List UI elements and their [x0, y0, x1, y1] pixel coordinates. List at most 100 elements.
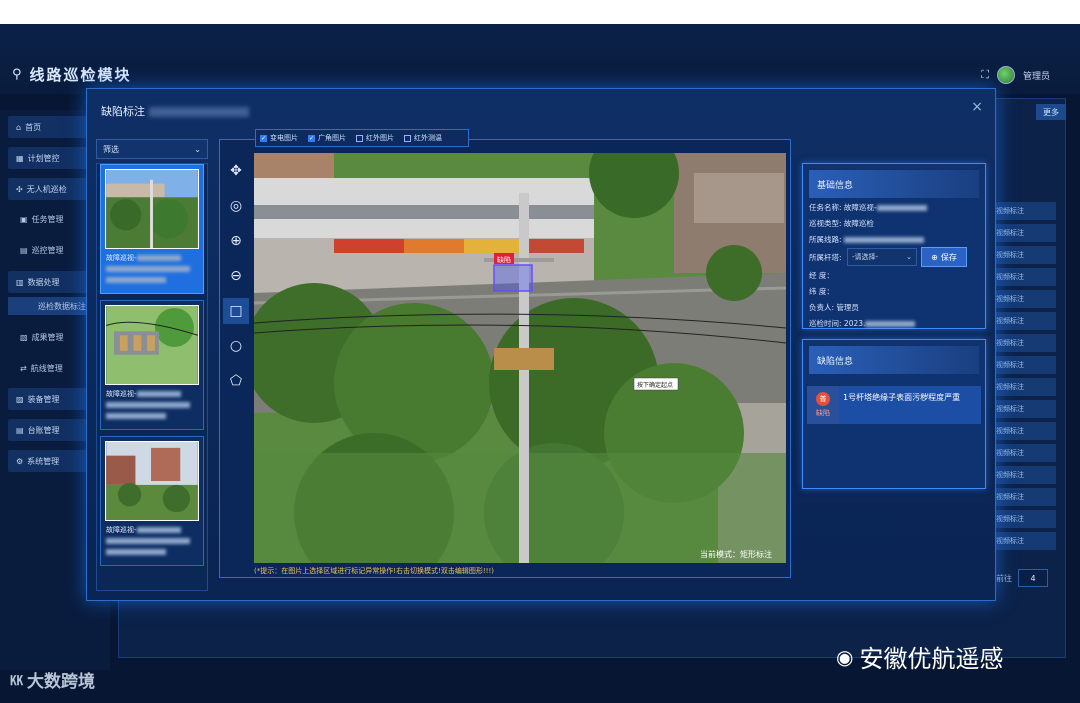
result-icon: ▧	[20, 333, 28, 342]
module-title: ⚲ 线路巡检模块	[12, 66, 132, 84]
chevron-down-icon: ⌄	[194, 144, 201, 154]
inspection-photo[interactable]: 缺陷 按下确定起点 当前模式：矩形标注	[254, 153, 786, 563]
location-pin-icon: ⚲	[12, 67, 24, 82]
time-row: 巡检时间: 2023.	[809, 318, 916, 329]
video-annotate-link[interactable]: 视频标注	[990, 356, 1056, 374]
locate-icon[interactable]: ◎	[223, 193, 249, 219]
user-name[interactable]: 管理员	[1023, 69, 1050, 82]
thumbnail-item[interactable]: 故障巡视-	[100, 300, 204, 430]
thumbnail-item[interactable]: 故障巡视-	[100, 164, 204, 294]
calendar-icon: ▦	[16, 153, 24, 163]
fullscreen-icon[interactable]: ⛶	[981, 68, 989, 82]
filter-select[interactable]: 筛选 ⌄	[96, 139, 208, 159]
sidebar-item-route[interactable]: ⇄ 航线管理	[20, 363, 63, 374]
video-annotate-link[interactable]: 视频标注	[990, 532, 1056, 550]
redacted-text	[149, 107, 249, 117]
task-icon: ▣	[20, 215, 28, 224]
home-icon: ⌂	[16, 122, 22, 132]
owner-row: 负责人: 管理员	[809, 303, 859, 312]
video-annotate-link[interactable]: 视频标注	[990, 290, 1056, 308]
checkbox[interactable]: ✓	[260, 134, 267, 142]
rectangle-tool-icon[interactable]: □	[223, 298, 249, 324]
checkbox[interactable]	[356, 134, 363, 142]
video-annotate-link[interactable]: 视频标注	[990, 268, 1056, 286]
mode-indicator: 当前模式：矩形标注	[700, 549, 772, 559]
inspect-type-row: 巡视类型: 故障巡检	[809, 219, 874, 228]
save-icon: ⊕	[931, 252, 938, 262]
defect-description: 1号杆塔绝缘子表面污秽程度严重	[843, 393, 961, 402]
video-annotate-link[interactable]: 视频标注	[990, 202, 1056, 220]
tool-column: ✥ ◎ ⊕ ⊖ □ ○ ⬠	[220, 158, 250, 398]
defect-level-badge: 普	[816, 392, 830, 406]
app-window: ⚲ 线路巡检模块 ⛶ 管理员 ⌂ 首页 ▦ 计划管控 ✣ 无人机巡检 ▣ 任务管理 ▤ 巡…	[0, 24, 1080, 703]
basic-info-panel: 基础信息 任务名称: 故障巡视- 巡视类型: 故障巡检 所属线路: 所属杆塔: …	[802, 163, 986, 329]
wechat-icon: ◉	[836, 644, 854, 669]
tower-row: 所属杆塔:	[809, 253, 842, 262]
equipment-icon: ▨	[16, 394, 24, 404]
cursor-tooltip: 按下确定起点	[637, 381, 673, 389]
video-annotate-link[interactable]: 视频标注	[990, 312, 1056, 330]
latitude-row: 纬 度：	[809, 287, 834, 296]
more-button[interactable]: 更多	[1036, 104, 1066, 120]
thumbnail-image	[105, 169, 199, 249]
close-icon[interactable]: ×	[971, 99, 983, 115]
video-annotate-link[interactable]: 视频标注	[990, 488, 1056, 506]
goto-page: 前往 4	[996, 569, 1048, 587]
longitude-row: 经 度：	[809, 271, 834, 280]
hint-text: (*提示：在图片上选择区域进行标记异常操作!右击切换模式!双击编辑图形!!!)	[254, 567, 494, 575]
video-annotate-link[interactable]: 视频标注	[990, 422, 1056, 440]
monitor-icon: ▤	[20, 246, 28, 255]
layer-toggle[interactable]: ✓ 变电图片	[260, 133, 298, 143]
header: ⚲ 线路巡检模块 ⛶ 管理员	[0, 24, 1080, 94]
ledger-icon: ▤	[16, 425, 24, 435]
goto-page-input[interactable]: 4	[1018, 569, 1048, 587]
video-annotate-link[interactable]: 视频标注	[990, 466, 1056, 484]
layer-toggle[interactable]: ✓ 广角图片	[308, 133, 346, 143]
data-icon: ▥	[16, 277, 24, 287]
thumbnail-list: 故障巡视- 故障巡视- 故障巡视-	[96, 163, 208, 591]
task-name-row: 任务名称: 故障巡视-	[809, 202, 927, 213]
chevron-down-icon: ⌄	[906, 253, 912, 261]
thumbnail-image	[105, 305, 199, 385]
defect-info-panel: 缺陷信息 普 缺陷 1号杆塔绝缘子表面污秽程度严重	[802, 339, 986, 489]
avatar[interactable]	[996, 66, 1015, 84]
video-annotate-link[interactable]: 视频标注	[990, 444, 1056, 462]
move-icon[interactable]: ✥	[223, 158, 249, 184]
logo-icon: ㏍	[10, 674, 24, 689]
modal-title: 缺陷标注	[101, 103, 249, 119]
sidebar-item-control[interactable]: ▤ 巡控管理	[20, 245, 64, 256]
defect-list-item[interactable]: 普 缺陷 1号杆塔绝缘子表面污秽程度严重	[807, 386, 981, 424]
sidebar-item-task[interactable]: ▣ 任务管理	[20, 214, 64, 225]
layer-toggle[interactable]: 红外图片	[356, 133, 394, 143]
defect-annotation-modal: 缺陷标注 × 筛选 ⌄ 故障巡视- 故障巡视- 故障巡视- ✥ ◎ ⊕ ⊖ □ …	[86, 88, 996, 601]
layer-toggle[interactable]: 红外测温	[404, 133, 442, 143]
sidebar-item-result[interactable]: ▧ 成果管理	[20, 332, 64, 343]
save-button[interactable]: ⊕ 保存	[921, 247, 967, 267]
video-annotate-link[interactable]: 视频标注	[990, 334, 1056, 352]
panel-title: 基础信息	[809, 170, 979, 198]
line-row: 所属线路:	[809, 234, 924, 245]
route-icon: ⇄	[20, 364, 27, 373]
top-margin	[0, 0, 1080, 24]
background-action-column: 视频标注 视频标注 视频标注 视频标注 视频标注 视频标注 视频标注 视频标注 …	[990, 202, 1056, 554]
video-annotate-link[interactable]: 视频标注	[990, 246, 1056, 264]
checkbox[interactable]: ✓	[308, 134, 315, 142]
video-annotate-link[interactable]: 视频标注	[990, 378, 1056, 396]
video-annotate-link[interactable]: 视频标注	[990, 400, 1056, 418]
thumbnail-item[interactable]: 故障巡视-	[100, 436, 204, 566]
watermark-right: ◉ 安徽优航遥感	[836, 644, 1004, 674]
polygon-tool-icon[interactable]: ⬠	[223, 368, 249, 394]
watermark-left: ㏍ 大数跨境	[10, 672, 96, 692]
annotation-label: 缺陷	[497, 255, 511, 264]
circle-tool-icon[interactable]: ○	[223, 333, 249, 359]
gear-icon: ⚙	[16, 456, 24, 466]
video-annotate-link[interactable]: 视频标注	[990, 510, 1056, 528]
layer-toggle-bar: ✓ 变电图片 ✓ 广角图片 红外图片 红外测温	[255, 129, 469, 147]
zoom-in-icon[interactable]: ⊕	[223, 228, 249, 254]
tower-select[interactable]: -请选择- ⌄	[847, 248, 917, 266]
thumbnail-image	[105, 441, 199, 521]
video-annotate-link[interactable]: 视频标注	[990, 224, 1056, 242]
header-user-area: ⛶ 管理员	[981, 66, 1050, 84]
checkbox[interactable]	[404, 134, 411, 142]
zoom-out-icon[interactable]: ⊖	[223, 263, 249, 289]
